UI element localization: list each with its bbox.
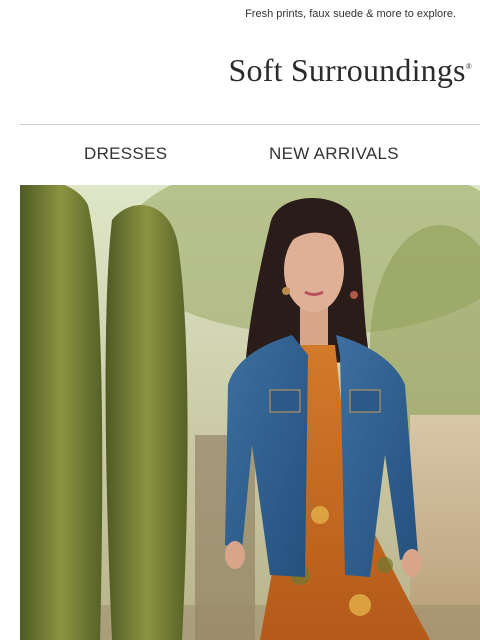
brand-logo[interactable]: Soft Surroundings® xyxy=(172,52,472,89)
brand-name: Soft Surroundings xyxy=(228,52,466,88)
cypress-tree-middle xyxy=(105,205,188,640)
main-nav: DRESSES NEW ARRIVALS xyxy=(20,138,480,174)
registered-mark: ® xyxy=(465,62,472,71)
nav-link-new-arrivals[interactable]: NEW ARRIVALS xyxy=(269,144,399,164)
preheader-text: Fresh prints, faux suede & more to explo… xyxy=(245,8,456,20)
cypress-tree-left xyxy=(20,185,103,640)
hero-image[interactable] xyxy=(20,185,480,640)
nav-link-dresses[interactable]: DRESSES xyxy=(84,144,167,164)
header-divider xyxy=(20,124,480,125)
